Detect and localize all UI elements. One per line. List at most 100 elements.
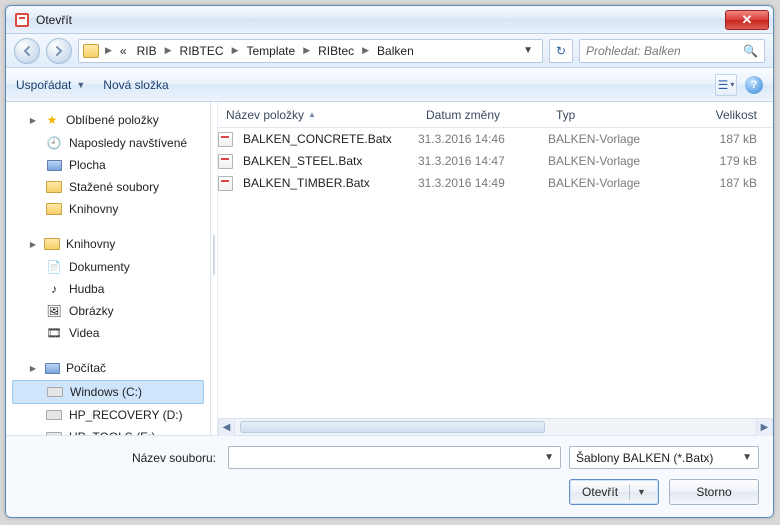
breadcrumb-part[interactable]: RIB	[135, 44, 159, 58]
file-icon	[218, 154, 233, 169]
videos-icon: 🎞	[46, 325, 62, 341]
tree-label: Počítač	[66, 361, 106, 375]
window-title: Otevřít	[36, 13, 72, 27]
help-icon: ?	[751, 79, 758, 91]
expand-icon[interactable]: ▶	[28, 116, 38, 125]
splitter-handle[interactable]	[211, 102, 217, 435]
horizontal-scrollbar[interactable]: ◀ ▶	[218, 418, 773, 435]
chevron-down-icon[interactable]: ▼	[637, 487, 646, 497]
close-button[interactable]: ✕	[725, 10, 769, 30]
music-icon: ♪	[46, 281, 62, 297]
open-button-label: Otevřít	[582, 485, 618, 499]
drive-icon	[47, 384, 63, 400]
file-row[interactable]: BALKEN_TIMBER.Batx 31.3.2016 14:49 BALKE…	[218, 172, 773, 194]
close-icon: ✕	[742, 12, 753, 28]
tree-item-drive-d[interactable]: HP_RECOVERY (D:)	[6, 404, 210, 426]
computer-icon	[44, 360, 60, 376]
breadcrumb-part[interactable]: Balken	[375, 44, 416, 58]
scroll-left-button[interactable]: ◀	[218, 419, 235, 436]
library-icon	[46, 201, 62, 217]
downloads-icon	[46, 179, 62, 195]
new-folder-label: Nová složka	[103, 78, 168, 92]
tree-item-drive-c[interactable]: Windows (C:)	[12, 380, 204, 404]
breadcrumb[interactable]: ▶ « RIB ▶ RIBTEC ▶ Template ▶ RIBtec ▶ B…	[78, 39, 543, 63]
open-button[interactable]: Otevřít ▼	[569, 479, 659, 505]
expand-icon[interactable]: ▶	[28, 364, 38, 373]
bottom-panel: Název souboru: ▼ Šablony BALKEN (*.Batx)…	[6, 435, 773, 517]
breadcrumb-part[interactable]: RIBTEC	[178, 44, 226, 58]
scroll-right-button[interactable]: ▶	[756, 419, 773, 436]
document-icon: 📄	[46, 259, 62, 275]
tree-item-videos[interactable]: 🎞Videa	[6, 322, 210, 344]
file-list[interactable]: BALKEN_CONCRETE.Batx 31.3.2016 14:46 BAL…	[218, 128, 773, 418]
view-icon: ☰	[718, 78, 729, 92]
cancel-button-label: Storno	[696, 485, 731, 499]
tree-item-downloads[interactable]: Stažené soubory	[6, 176, 210, 198]
new-folder-button[interactable]: Nová složka	[103, 78, 168, 92]
scroll-thumb[interactable]	[240, 421, 545, 433]
tree-item-documents[interactable]: 📄Dokumenty	[6, 256, 210, 278]
breadcrumb-part[interactable]: RIBtec	[316, 44, 356, 58]
file-icon	[218, 132, 233, 147]
search-placeholder: Prohledat: Balken	[586, 44, 681, 58]
pictures-icon: 🖼	[46, 303, 62, 319]
tree-item-recent[interactable]: 🕘Naposledy navštívené	[6, 132, 210, 154]
filename-input[interactable]: ▼	[228, 446, 561, 469]
tree-label: Knihovny	[66, 237, 115, 251]
organize-menu[interactable]: Uspořádat ▼	[16, 78, 85, 92]
tree-item-desktop[interactable]: Plocha	[6, 154, 210, 176]
toolbar: Uspořádat ▼ Nová složka ☰ ▾ ?	[6, 68, 773, 102]
refresh-icon: ↻	[556, 44, 566, 58]
column-headers: Název položky ▲ Datum změny Typ Velikost	[218, 102, 773, 128]
navigation-tree[interactable]: ▶ ★ Oblíbené položky 🕘Naposledy navštíve…	[6, 102, 211, 435]
sort-asc-icon: ▲	[308, 110, 316, 119]
recent-icon: 🕘	[46, 135, 62, 151]
open-file-dialog: Otevřít ✕ ▶ « RIB ▶ RIBTEC ▶ Template ▶ …	[5, 5, 774, 518]
file-row[interactable]: BALKEN_CONCRETE.Batx 31.3.2016 14:46 BAL…	[218, 128, 773, 150]
cancel-button[interactable]: Storno	[669, 479, 759, 505]
column-type[interactable]: Typ	[548, 108, 678, 122]
filename-label: Název souboru:	[20, 451, 220, 465]
split-divider	[629, 484, 630, 500]
tree-item-pictures[interactable]: 🖼Obrázky	[6, 300, 210, 322]
column-date[interactable]: Datum změny	[418, 108, 548, 122]
help-button[interactable]: ?	[745, 76, 763, 94]
file-type-filter[interactable]: Šablony BALKEN (*.Batx) ▼	[569, 446, 759, 469]
tree-group-libraries[interactable]: ▶ Knihovny	[6, 232, 210, 256]
file-type-value: Šablony BALKEN (*.Batx)	[576, 451, 713, 465]
chevron-down-icon[interactable]: ▼	[544, 452, 554, 463]
file-row[interactable]: BALKEN_STEEL.Batx 31.3.2016 14:47 BALKEN…	[218, 150, 773, 172]
library-icon	[44, 236, 60, 252]
back-button[interactable]	[14, 38, 40, 64]
app-icon	[14, 12, 30, 28]
chevron-right-icon: ▶	[303, 45, 310, 56]
chevron-down-icon: ▼	[76, 80, 85, 90]
breadcrumb-overflow[interactable]: «	[118, 44, 129, 58]
view-mode-button[interactable]: ☰ ▾	[715, 74, 737, 96]
tree-group-favorites[interactable]: ▶ ★ Oblíbené položky	[6, 108, 210, 132]
tree-item-libraries[interactable]: Knihovny	[6, 198, 210, 220]
organize-label: Uspořádat	[16, 78, 71, 92]
file-pane: Název položky ▲ Datum změny Typ Velikost…	[217, 102, 773, 435]
tree-label: Oblíbené položky	[66, 113, 159, 127]
chevron-right-icon: ▶	[362, 45, 369, 56]
desktop-icon	[46, 157, 62, 173]
search-input[interactable]: Prohledat: Balken 🔍	[579, 39, 765, 63]
chevron-right-icon: ▶	[165, 45, 172, 56]
star-icon: ★	[44, 112, 60, 128]
breadcrumb-part[interactable]: Template	[244, 44, 297, 58]
chevron-down-icon[interactable]: ▼	[742, 452, 752, 463]
nav-bar: ▶ « RIB ▶ RIBTEC ▶ Template ▶ RIBtec ▶ B…	[6, 34, 773, 68]
refresh-button[interactable]: ↻	[549, 39, 573, 63]
expand-icon[interactable]: ▶	[28, 240, 38, 249]
forward-button[interactable]	[46, 38, 72, 64]
column-size[interactable]: Velikost	[678, 108, 773, 122]
file-icon	[218, 176, 233, 191]
column-name[interactable]: Název položky ▲	[218, 108, 418, 122]
tree-item-drive-e[interactable]: HP_TOOLS (E:)	[6, 426, 210, 435]
chevron-right-icon: ▶	[232, 45, 239, 56]
tree-item-music[interactable]: ♪Hudba	[6, 278, 210, 300]
tree-group-computer[interactable]: ▶ Počítač	[6, 356, 210, 380]
breadcrumb-history-dropdown[interactable]: ▼	[518, 45, 538, 56]
chevron-right-icon: ▶	[105, 45, 112, 56]
